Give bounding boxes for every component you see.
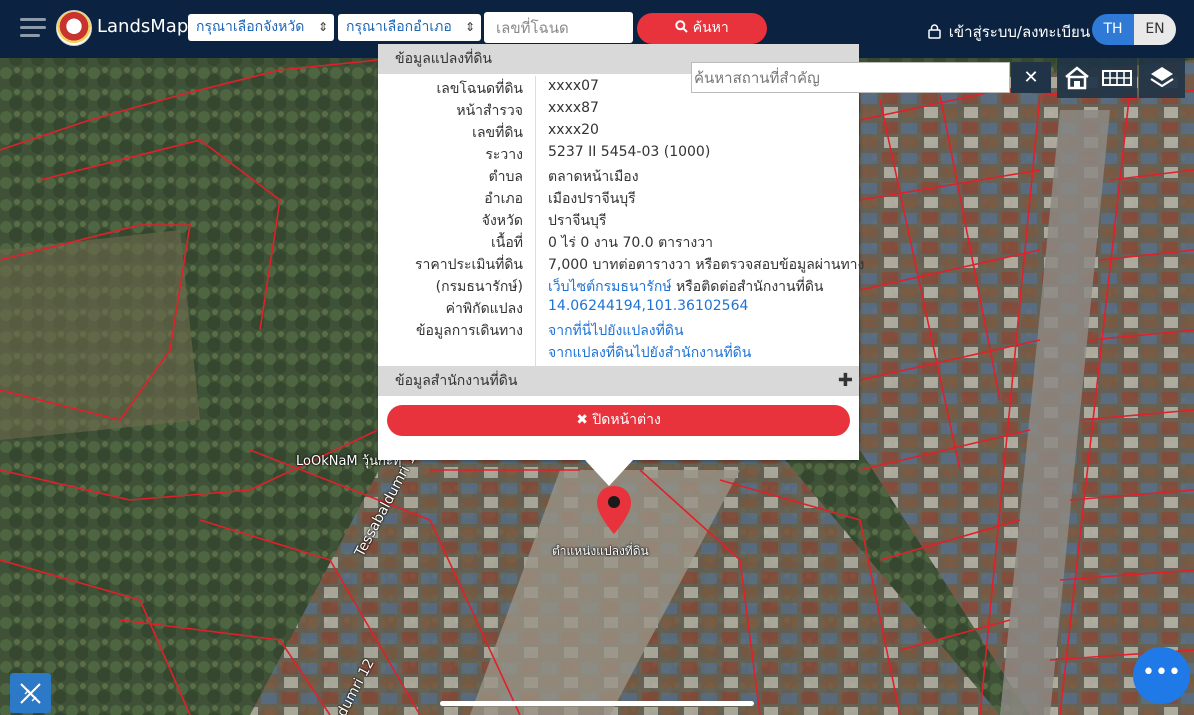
grid-icon — [1102, 70, 1132, 86]
district-select[interactable]: กรุณาเลือกอำเภอ ⇕ — [338, 14, 481, 41]
more-options-button[interactable]: ••• — [1133, 647, 1190, 704]
row-value: เว็บไซต์กรมธนารักษ์ หรือติดต่อสำนักงานที… — [548, 279, 824, 295]
search-button[interactable]: ค้นหา — [637, 13, 767, 44]
province-select[interactable]: กรุณาเลือกจังหวัด ⇕ — [188, 14, 334, 41]
info-row-travel: ข้อมูลการเดินทาง จากที่นี่ไปยังแปลงที่ดิ… — [378, 318, 859, 340]
row-label: ราคาประเมินที่ดิน — [414, 257, 523, 273]
row-value: ตลาดหน้าเมือง — [548, 169, 639, 185]
row-label: ค่าพิกัดแปลง — [445, 301, 523, 317]
lang-th-button[interactable]: TH — [1092, 14, 1134, 45]
row-label: หน้าสำรวจ — [456, 103, 523, 119]
department-logo — [56, 10, 92, 46]
search-icon — [675, 20, 688, 33]
more-dots-icon: ••• — [1142, 660, 1181, 685]
lang-en-button[interactable]: EN — [1134, 14, 1176, 45]
measure-tool-button[interactable] — [10, 673, 51, 713]
row-value: 0 ไร่ 0 งาน 70.0 ตารางวา — [548, 235, 713, 251]
hamburger-menu-icon[interactable] — [20, 17, 48, 39]
location-marker-icon[interactable] — [597, 486, 631, 534]
select-caret-icon: ⇕ — [317, 20, 328, 34]
deed-number-input[interactable] — [484, 12, 633, 43]
home-button[interactable] — [1057, 58, 1097, 98]
info-row-subdistrict: ตำบล ตลาดหน้าเมือง — [378, 164, 859, 186]
clear-search-icon[interactable]: ✕ — [1011, 62, 1051, 93]
layers-icon — [1150, 67, 1174, 88]
grid-button[interactable] — [1097, 58, 1137, 98]
place-search-input[interactable] — [691, 62, 1010, 93]
row-value: เมืองปราจีนบุรี — [548, 191, 636, 207]
row-value: 7,000 บาทต่อตารางวา หรือตรวจสอบข้อมูลผ่า… — [548, 257, 865, 273]
treasury-website-link[interactable]: เว็บไซต์กรมธนารักษ์ — [548, 279, 672, 295]
route-to-parcel-link[interactable]: จากที่นี่ไปยังแปลงที่ดิน — [548, 320, 684, 342]
parcel-info-popup: ข้อมูลแปลงที่ดิน เลขโฉนดที่ดิน xxxx07 หน… — [378, 44, 864, 460]
info-row-area: เนื้อที่ 0 ไร่ 0 งาน 70.0 ตารางวา — [378, 230, 859, 252]
home-icon — [1065, 66, 1089, 90]
row-value: xxxx20 — [548, 122, 599, 138]
popup-pointer — [585, 460, 633, 486]
info-row-district: อำเภอ เมืองปราจีนบุรี — [378, 186, 859, 208]
land-office-section-header[interactable]: ข้อมูลสำนักงานที่ดิน ✚ — [378, 366, 859, 396]
info-row-land-number: เลขที่ดิน xxxx20 — [378, 120, 859, 142]
brand-name: LandsMaps — [97, 16, 198, 37]
close-x-icon: ✖ — [576, 412, 588, 428]
row-value: ปราจีนบุรี — [548, 213, 607, 229]
info-row-survey-page: หน้าสำรวจ xxxx87 — [378, 98, 859, 120]
route-to-office-link[interactable]: จากแปลงที่ดินไปยังสำนักงานที่ดิน — [548, 342, 751, 364]
info-row-treasury: (กรมธนารักษ์) เว็บไซต์กรมธนารักษ์ หรือติ… — [378, 274, 859, 296]
home-indicator — [440, 701, 754, 706]
layers-button[interactable] — [1139, 58, 1185, 98]
select-caret-icon: ⇕ — [464, 20, 475, 34]
row-label: ตำบล — [488, 169, 523, 185]
login-register-link[interactable]: เข้าสู่ระบบ/ลงทะเบียน — [928, 20, 1090, 44]
lock-icon — [928, 24, 941, 39]
parcel-info-table: เลขโฉนดที่ดิน xxxx07 หน้าสำรวจ xxxx87 เล… — [378, 76, 864, 362]
ruler-pencil-icon — [20, 683, 41, 704]
row-value: xxxx87 — [548, 100, 599, 116]
row-label: อำเภอ — [484, 191, 523, 207]
row-value: 5237 II 5454-03 (1000) — [548, 144, 711, 160]
marker-label: ตำแหน่งแปลงที่ดิน — [552, 544, 649, 558]
row-value: xxxx07 — [548, 78, 599, 94]
row-label: เลขโฉนดที่ดิน — [436, 81, 523, 97]
expand-plus-icon[interactable]: ✚ — [838, 366, 853, 396]
info-row-coordinates: ค่าพิกัดแปลง 14.06244194,101.36102564 — [378, 296, 859, 318]
row-label: เนื้อที่ — [491, 235, 523, 251]
row-label: จังหวัด — [481, 213, 523, 229]
row-label: ระวาง — [485, 147, 523, 163]
row-label: ข้อมูลการเดินทาง — [415, 323, 523, 339]
info-row-travel-office: จากแปลงที่ดินไปยังสำนักงานที่ดิน — [378, 340, 859, 362]
close-popup-button[interactable]: ✖ ปิดหน้าต่าง — [387, 405, 850, 436]
coordinates-link[interactable]: 14.06244194,101.36102564 — [548, 298, 748, 314]
row-label: เลขที่ดิน — [472, 125, 523, 141]
row-label: (กรมธนารักษ์) — [435, 279, 523, 295]
info-row-province: จังหวัด ปราจีนบุรี — [378, 208, 859, 230]
info-row-appraisal: ราคาประเมินที่ดิน 7,000 บาทต่อตารางวา หร… — [378, 252, 864, 274]
info-row-map-sheet: ระวาง 5237 II 5454-03 (1000) — [378, 142, 859, 164]
